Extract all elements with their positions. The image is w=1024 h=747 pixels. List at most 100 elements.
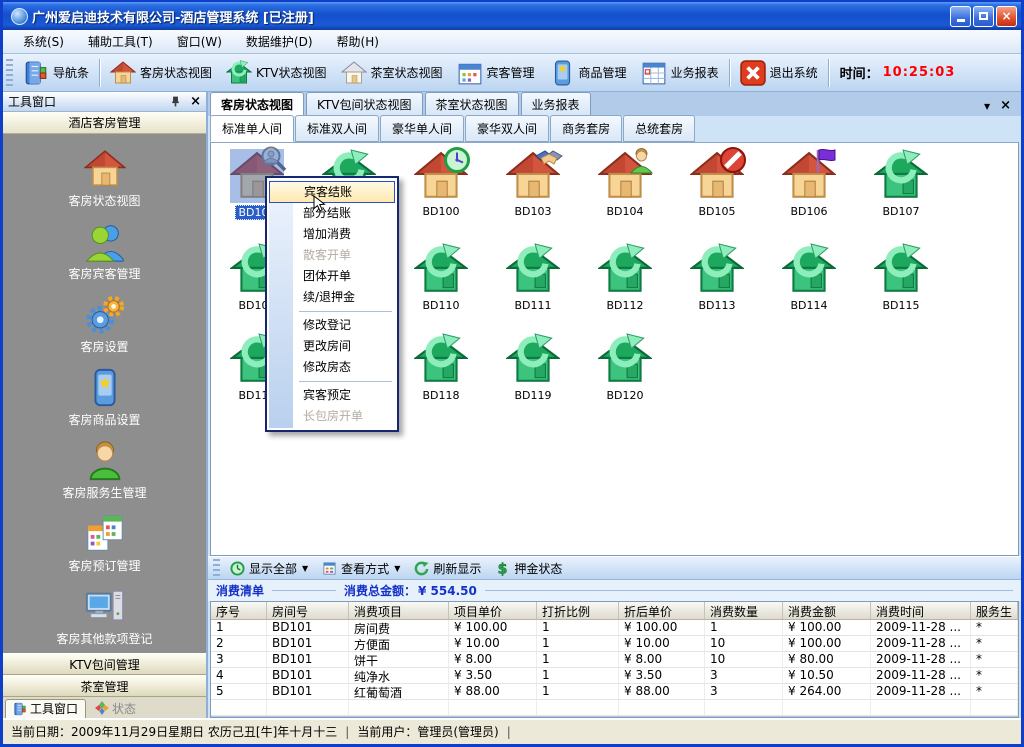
sidebar-item-5[interactable]: 客房预订管理 — [25, 507, 185, 580]
toolbar-button-6[interactable]: 业务报表 — [634, 57, 726, 89]
room-BD110[interactable]: BD110 — [401, 243, 481, 312]
room-type-tab-1[interactable]: 标准双人间 — [295, 115, 379, 142]
doc-tab-1[interactable]: KTV包间状态视图 — [306, 92, 422, 116]
table-row[interactable]: 4BD101纯净水¥ 3.501¥ 3.503¥ 10.502009-11-28… — [211, 668, 1018, 684]
room-BD113[interactable]: BD113 — [677, 243, 757, 312]
menu-item-0[interactable]: 系统(S) — [11, 33, 76, 50]
table-cell: 2 — [211, 636, 267, 651]
toolbar-button-4[interactable]: 宾客管理 — [450, 57, 542, 89]
action-button-1[interactable]: 查看方式▼ — [315, 558, 407, 578]
toolbar-button-7[interactable]: 退出系统 — [733, 57, 825, 89]
room-BD120[interactable]: BD120 — [585, 333, 665, 402]
consume-total-label: 消费总金额： — [344, 582, 416, 599]
table-header-cell[interactable]: 房间号 — [267, 602, 349, 619]
table-cell: BD101 — [267, 684, 349, 699]
table-header-cell[interactable]: 折后单价 — [619, 602, 705, 619]
room-BD111[interactable]: BD111 — [493, 243, 573, 312]
minimize-button[interactable] — [950, 6, 971, 27]
doc-tab-0[interactable]: 客房状态视图 — [210, 92, 304, 116]
toolbar-grip[interactable] — [6, 59, 13, 87]
context-menu-item-8[interactable]: 更改房间 — [269, 336, 395, 357]
table-row[interactable]: 1BD101房间费¥ 100.001¥ 100.001¥ 100.002009-… — [211, 620, 1018, 636]
table-cell: 10 — [705, 652, 783, 667]
toolbar-button-3[interactable]: 茶室状态视图 — [334, 57, 450, 89]
doc-tab-2[interactable]: 茶室状态视图 — [425, 92, 519, 116]
room-type-tab-2[interactable]: 豪华单人间 — [380, 115, 464, 142]
table-cell: * — [971, 620, 1018, 635]
table-header-cell[interactable]: 打折比例 — [537, 602, 619, 619]
context-menu-item-0[interactable]: 宾客结账 — [269, 181, 395, 203]
context-menu-item-9[interactable]: 修改房态 — [269, 357, 395, 378]
tab-dropdown-icon[interactable]: ▼ — [984, 102, 990, 111]
table-header-cell[interactable]: 服务生 — [971, 602, 1018, 619]
sidebar-item-2[interactable]: 客房设置 — [25, 288, 185, 361]
table-header-cell[interactable]: 序号 — [211, 602, 267, 619]
context-menu-item-2[interactable]: 增加消费 — [269, 224, 395, 245]
action-bar-grip[interactable] — [213, 554, 220, 582]
room-BD103[interactable]: BD103 — [493, 149, 573, 218]
action-button-0[interactable]: 显示全部▼ — [223, 558, 315, 578]
tool-window-close-icon[interactable]: × — [190, 94, 201, 109]
context-menu-item-5[interactable]: 续/退押金 — [269, 287, 395, 308]
table-header-cell[interactable]: 消费项目 — [349, 602, 449, 619]
menu-item-4[interactable]: 帮助(H) — [325, 33, 391, 50]
context-menu-item-1[interactable]: 部分结账 — [269, 203, 395, 224]
sidebar-section-1[interactable]: 茶室管理 — [3, 675, 206, 697]
sidebar-section-0[interactable]: KTV包间管理 — [3, 653, 206, 675]
room-BD105[interactable]: BD105 — [677, 149, 757, 218]
room-type-tab-5[interactable]: 总统套房 — [623, 115, 695, 142]
table-row[interactable]: 3BD101饼干¥ 8.001¥ 8.0010¥ 80.002009-11-28… — [211, 652, 1018, 668]
sidebar-item-4[interactable]: 客房服务生管理 — [25, 434, 185, 507]
table-header-cell[interactable]: 消费数量 — [705, 602, 783, 619]
sidebar-group-header[interactable]: 酒店客房管理 — [3, 112, 206, 134]
sidebar-item-3[interactable]: 客房商品设置 — [25, 361, 185, 434]
toolbar-button-1[interactable]: 客房状态视图 — [103, 57, 219, 89]
sidebar-item-1[interactable]: 客房宾客管理 — [25, 215, 185, 288]
table-row[interactable]: 2BD101方便面¥ 10.001¥ 10.0010¥ 100.002009-1… — [211, 636, 1018, 652]
doc-tab-3[interactable]: 业务报表 — [521, 92, 591, 116]
pin-icon[interactable] — [169, 95, 182, 108]
sidebar-item-6[interactable]: 客房其他款项登记 — [25, 580, 185, 653]
context-menu-item-4[interactable]: 团体开单 — [269, 266, 395, 287]
table-header-cell[interactable]: 项目单价 — [449, 602, 537, 619]
room-BD100[interactable]: BD100 — [401, 149, 481, 218]
context-menu-item-3[interactable]: 散客开单 — [269, 245, 395, 266]
toolbar-button-2[interactable]: KTV状态视图 — [219, 57, 333, 89]
dollar-icon: $ — [495, 561, 510, 576]
action-button-2[interactable]: 刷新显示 — [407, 558, 488, 578]
tab-close-icon[interactable]: × — [1000, 101, 1011, 111]
dropdown-caret-icon[interactable]: ▼ — [394, 564, 400, 573]
menu-item-2[interactable]: 窗口(W) — [165, 33, 234, 50]
time-value: 10:25:03 — [883, 65, 956, 80]
toolbar-button-5[interactable]: 商品管理 — [542, 57, 634, 89]
room-type-tab-3[interactable]: 豪华双人间 — [465, 115, 549, 142]
room-BD107[interactable]: BD107 — [861, 149, 941, 218]
action-button-3[interactable]: $押金状态 — [488, 558, 569, 578]
table-row[interactable]: 5BD101红葡萄酒¥ 88.001¥ 88.003¥ 264.002009-1… — [211, 684, 1018, 700]
sidebar-bottom-tab-1[interactable]: 状态 — [88, 699, 143, 718]
room-BD106[interactable]: BD106 — [769, 149, 849, 218]
room-BD119[interactable]: BD119 — [493, 333, 573, 402]
room-state-flag-icon — [811, 146, 839, 174]
room-BD118[interactable]: BD118 — [401, 333, 481, 402]
room-type-tab-4[interactable]: 商务套房 — [550, 115, 622, 142]
menu-item-3[interactable]: 数据维护(D) — [234, 33, 325, 50]
table-header-cell[interactable]: 消费时间 — [871, 602, 971, 619]
context-menu-item-12[interactable]: 长包房开单 — [269, 406, 395, 427]
table-cell: * — [971, 668, 1018, 683]
room-type-tab-0[interactable]: 标准单人间 — [210, 115, 294, 142]
toolbar-button-0[interactable]: 导航条 — [16, 57, 96, 89]
room-BD104[interactable]: BD104 — [585, 149, 665, 218]
table-header-cell[interactable]: 消费金额 — [783, 602, 871, 619]
sidebar-item-0[interactable]: 客房状态视图 — [25, 142, 185, 215]
room-BD114[interactable]: BD114 — [769, 243, 849, 312]
context-menu-item-7[interactable]: 修改登记 — [269, 315, 395, 336]
close-button[interactable]: × — [996, 6, 1017, 27]
sidebar-bottom-tab-0[interactable]: 工具窗口 — [5, 699, 86, 718]
room-BD115[interactable]: BD115 — [861, 243, 941, 312]
room-BD112[interactable]: BD112 — [585, 243, 665, 312]
dropdown-caret-icon[interactable]: ▼ — [302, 564, 308, 573]
context-menu-item-11[interactable]: 宾客预定 — [269, 385, 395, 406]
maximize-button[interactable] — [973, 6, 994, 27]
menu-item-1[interactable]: 辅助工具(T) — [76, 33, 165, 50]
